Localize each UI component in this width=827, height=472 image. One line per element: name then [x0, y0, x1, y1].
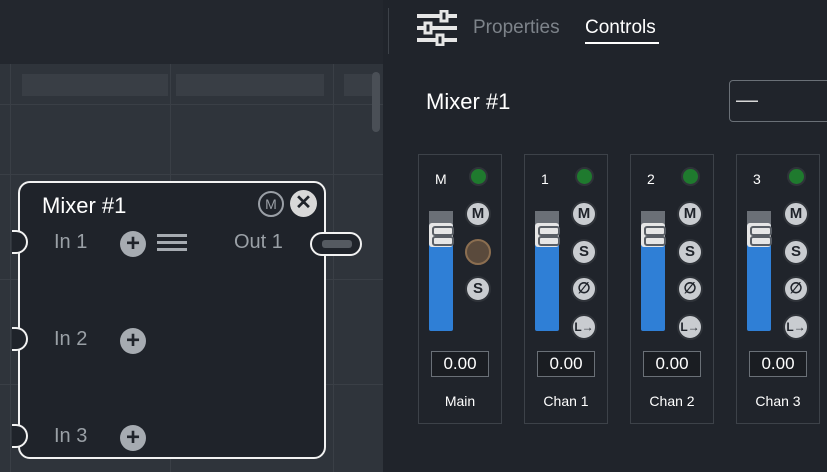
- solo-button[interactable]: S: [465, 276, 491, 302]
- gain-value-field[interactable]: 0.00: [643, 351, 701, 377]
- input-label-3: In 3: [54, 425, 88, 447]
- grid-line: [0, 104, 383, 105]
- solo-button[interactable]: S: [783, 239, 809, 265]
- status-led: [469, 167, 488, 186]
- node-mute-button[interactable]: M: [258, 191, 284, 217]
- app-root: Mixer #1 M ✕ In 1 + Out 1 In 2 + In 3 + …: [0, 0, 827, 472]
- strip-name: Chan 1: [543, 393, 589, 409]
- mute-button[interactable]: M: [783, 201, 809, 227]
- mute-button[interactable]: M: [571, 201, 597, 227]
- tab-properties[interactable]: Properties: [473, 17, 560, 39]
- mute-button[interactable]: M: [677, 201, 703, 227]
- canvas-header-cell: [176, 74, 324, 96]
- output-port-1[interactable]: [310, 232, 362, 256]
- grid-line: [10, 64, 11, 472]
- add-input-1-button[interactable]: +: [120, 231, 146, 257]
- menu-icon[interactable]: [157, 234, 187, 252]
- plus-icon: +: [125, 327, 140, 354]
- preset-select[interactable]: —: [729, 80, 827, 122]
- close-icon: ✕: [295, 192, 312, 214]
- link-button[interactable]: L→: [571, 314, 597, 340]
- phase-invert-button[interactable]: ∅: [571, 276, 597, 302]
- phase-invert-button[interactable]: ∅: [677, 276, 703, 302]
- status-led: [681, 167, 700, 186]
- input-port-2[interactable]: [12, 327, 28, 351]
- link-button[interactable]: L→: [677, 314, 703, 340]
- grid-line: [333, 64, 334, 472]
- panel-title: Mixer #1: [426, 89, 511, 114]
- active-tab-indicator: [585, 42, 659, 44]
- grid-line: [0, 174, 383, 175]
- mixer-node[interactable]: Mixer #1 M ✕ In 1 + Out 1 In 2 + In 3 +: [12, 181, 362, 459]
- canvas-scrollbar[interactable]: [372, 72, 380, 132]
- strip-name: Main: [444, 393, 476, 409]
- status-led: [575, 167, 594, 186]
- solo-button[interactable]: S: [677, 239, 703, 265]
- status-led: [787, 167, 806, 186]
- plus-icon: +: [125, 424, 140, 451]
- channel-strip-1: 1 M S ∅ L→ 0.00 Chan 1: [524, 154, 608, 424]
- fader-handle[interactable]: [747, 223, 772, 247]
- strip-name: Chan 3: [755, 393, 801, 409]
- node-close-button[interactable]: ✕: [290, 190, 317, 217]
- panel-divider: [388, 8, 389, 54]
- strip-name: Chan 2: [649, 393, 695, 409]
- gain-value-field[interactable]: 0.00: [749, 351, 807, 377]
- input-label-1: In 1: [54, 231, 88, 253]
- mute-button[interactable]: M: [465, 201, 491, 227]
- channel-strip-main: M M S 0.00 Main: [418, 154, 502, 424]
- output-label-1: Out 1: [234, 231, 283, 253]
- fader-handle[interactable]: [641, 223, 666, 247]
- canvas-header-cell: [344, 74, 372, 96]
- add-input-2-button[interactable]: +: [120, 328, 146, 354]
- canvas-toolbar: [0, 0, 383, 64]
- input-port-3[interactable]: [12, 424, 28, 448]
- strip-header: M: [435, 171, 447, 187]
- gain-value-field[interactable]: 0.00: [537, 351, 595, 377]
- gain-value-field[interactable]: 0.00: [431, 351, 489, 377]
- strip-header: 2: [647, 171, 655, 187]
- sliders-icon[interactable]: [417, 10, 457, 46]
- channel-strip-2: 2 M S ∅ L→ 0.00 Chan 2: [630, 154, 714, 424]
- channel-strip-3: 3 M S ∅ L→ 0.00 Chan 3: [736, 154, 820, 424]
- tab-controls[interactable]: Controls: [585, 17, 656, 39]
- fader-handle[interactable]: [535, 223, 560, 247]
- indicator-button[interactable]: [465, 239, 491, 265]
- plus-icon: +: [125, 230, 140, 257]
- fader-handle[interactable]: [429, 223, 454, 247]
- phase-invert-button[interactable]: ∅: [783, 276, 809, 302]
- strip-header: 3: [753, 171, 761, 187]
- strip-header: 1: [541, 171, 549, 187]
- solo-button[interactable]: S: [571, 239, 597, 265]
- link-button[interactable]: L→: [783, 314, 809, 340]
- input-label-2: In 2: [54, 328, 88, 350]
- input-port-1[interactable]: [12, 230, 28, 254]
- add-input-3-button[interactable]: +: [120, 425, 146, 451]
- node-title: Mixer #1: [42, 193, 127, 218]
- canvas-header-cell: [22, 74, 168, 96]
